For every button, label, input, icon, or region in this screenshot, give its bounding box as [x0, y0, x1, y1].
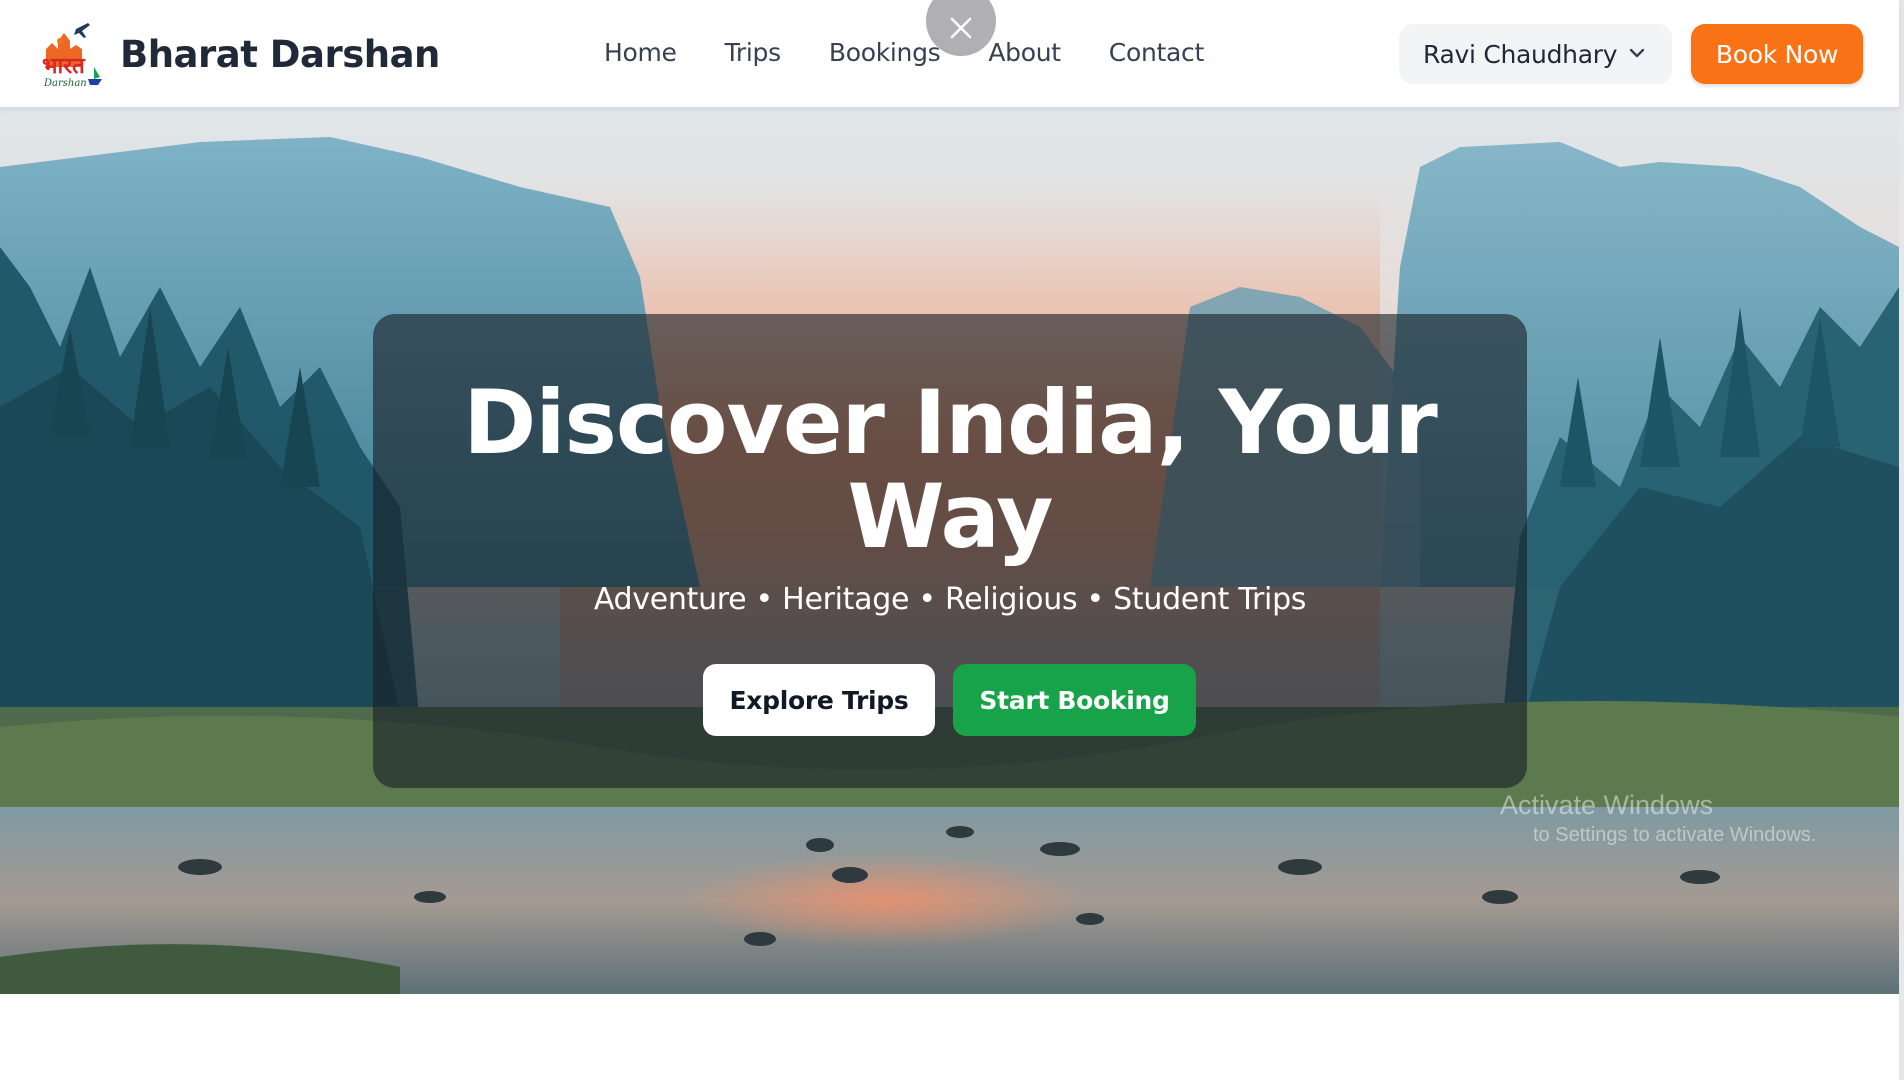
- activate-windows-hint: to Settings to activate Windows.: [1533, 824, 1817, 846]
- explore-trips-button[interactable]: Explore Trips: [703, 664, 935, 736]
- hero-card: Discover India, Your Way Adventure • Her…: [373, 314, 1527, 788]
- book-now-button[interactable]: Book Now: [1691, 24, 1863, 84]
- chevron-down-icon: [1629, 48, 1645, 58]
- start-booking-button[interactable]: Start Booking: [953, 664, 1196, 736]
- nav-contact[interactable]: Contact: [1109, 33, 1204, 73]
- logo-text: भारत: [42, 54, 86, 79]
- brand-name: Bharat Darshan: [120, 32, 440, 76]
- user-name: Ravi Chaudhary: [1423, 39, 1618, 69]
- activate-windows-watermark: Activate Windows: [1500, 790, 1714, 820]
- nav-trips[interactable]: Trips: [725, 33, 782, 73]
- hero-subtitle: Adventure • Heritage • Religious • Stude…: [593, 582, 1307, 617]
- main-nav: Home Trips Bookings About Contact: [604, 33, 1252, 73]
- bharat-darshan-logo: भारत Darshan: [36, 19, 108, 89]
- page-scrollbar[interactable]: [1899, 0, 1904, 1080]
- brand-link[interactable]: भारत Darshan Bharat Darshan: [36, 19, 440, 89]
- user-menu-dropdown[interactable]: Ravi Chaudhary: [1399, 24, 1672, 84]
- nav-about[interactable]: About: [988, 33, 1061, 73]
- hero-section: Discover India, Your Way Adventure • Her…: [0, 107, 1899, 994]
- close-icon: [950, 17, 972, 39]
- nav-bookings[interactable]: Bookings: [829, 33, 941, 73]
- logo-subtext: Darshan: [43, 78, 87, 89]
- hero-title: Discover India, Your Way: [463, 371, 1437, 568]
- nav-home[interactable]: Home: [604, 33, 677, 73]
